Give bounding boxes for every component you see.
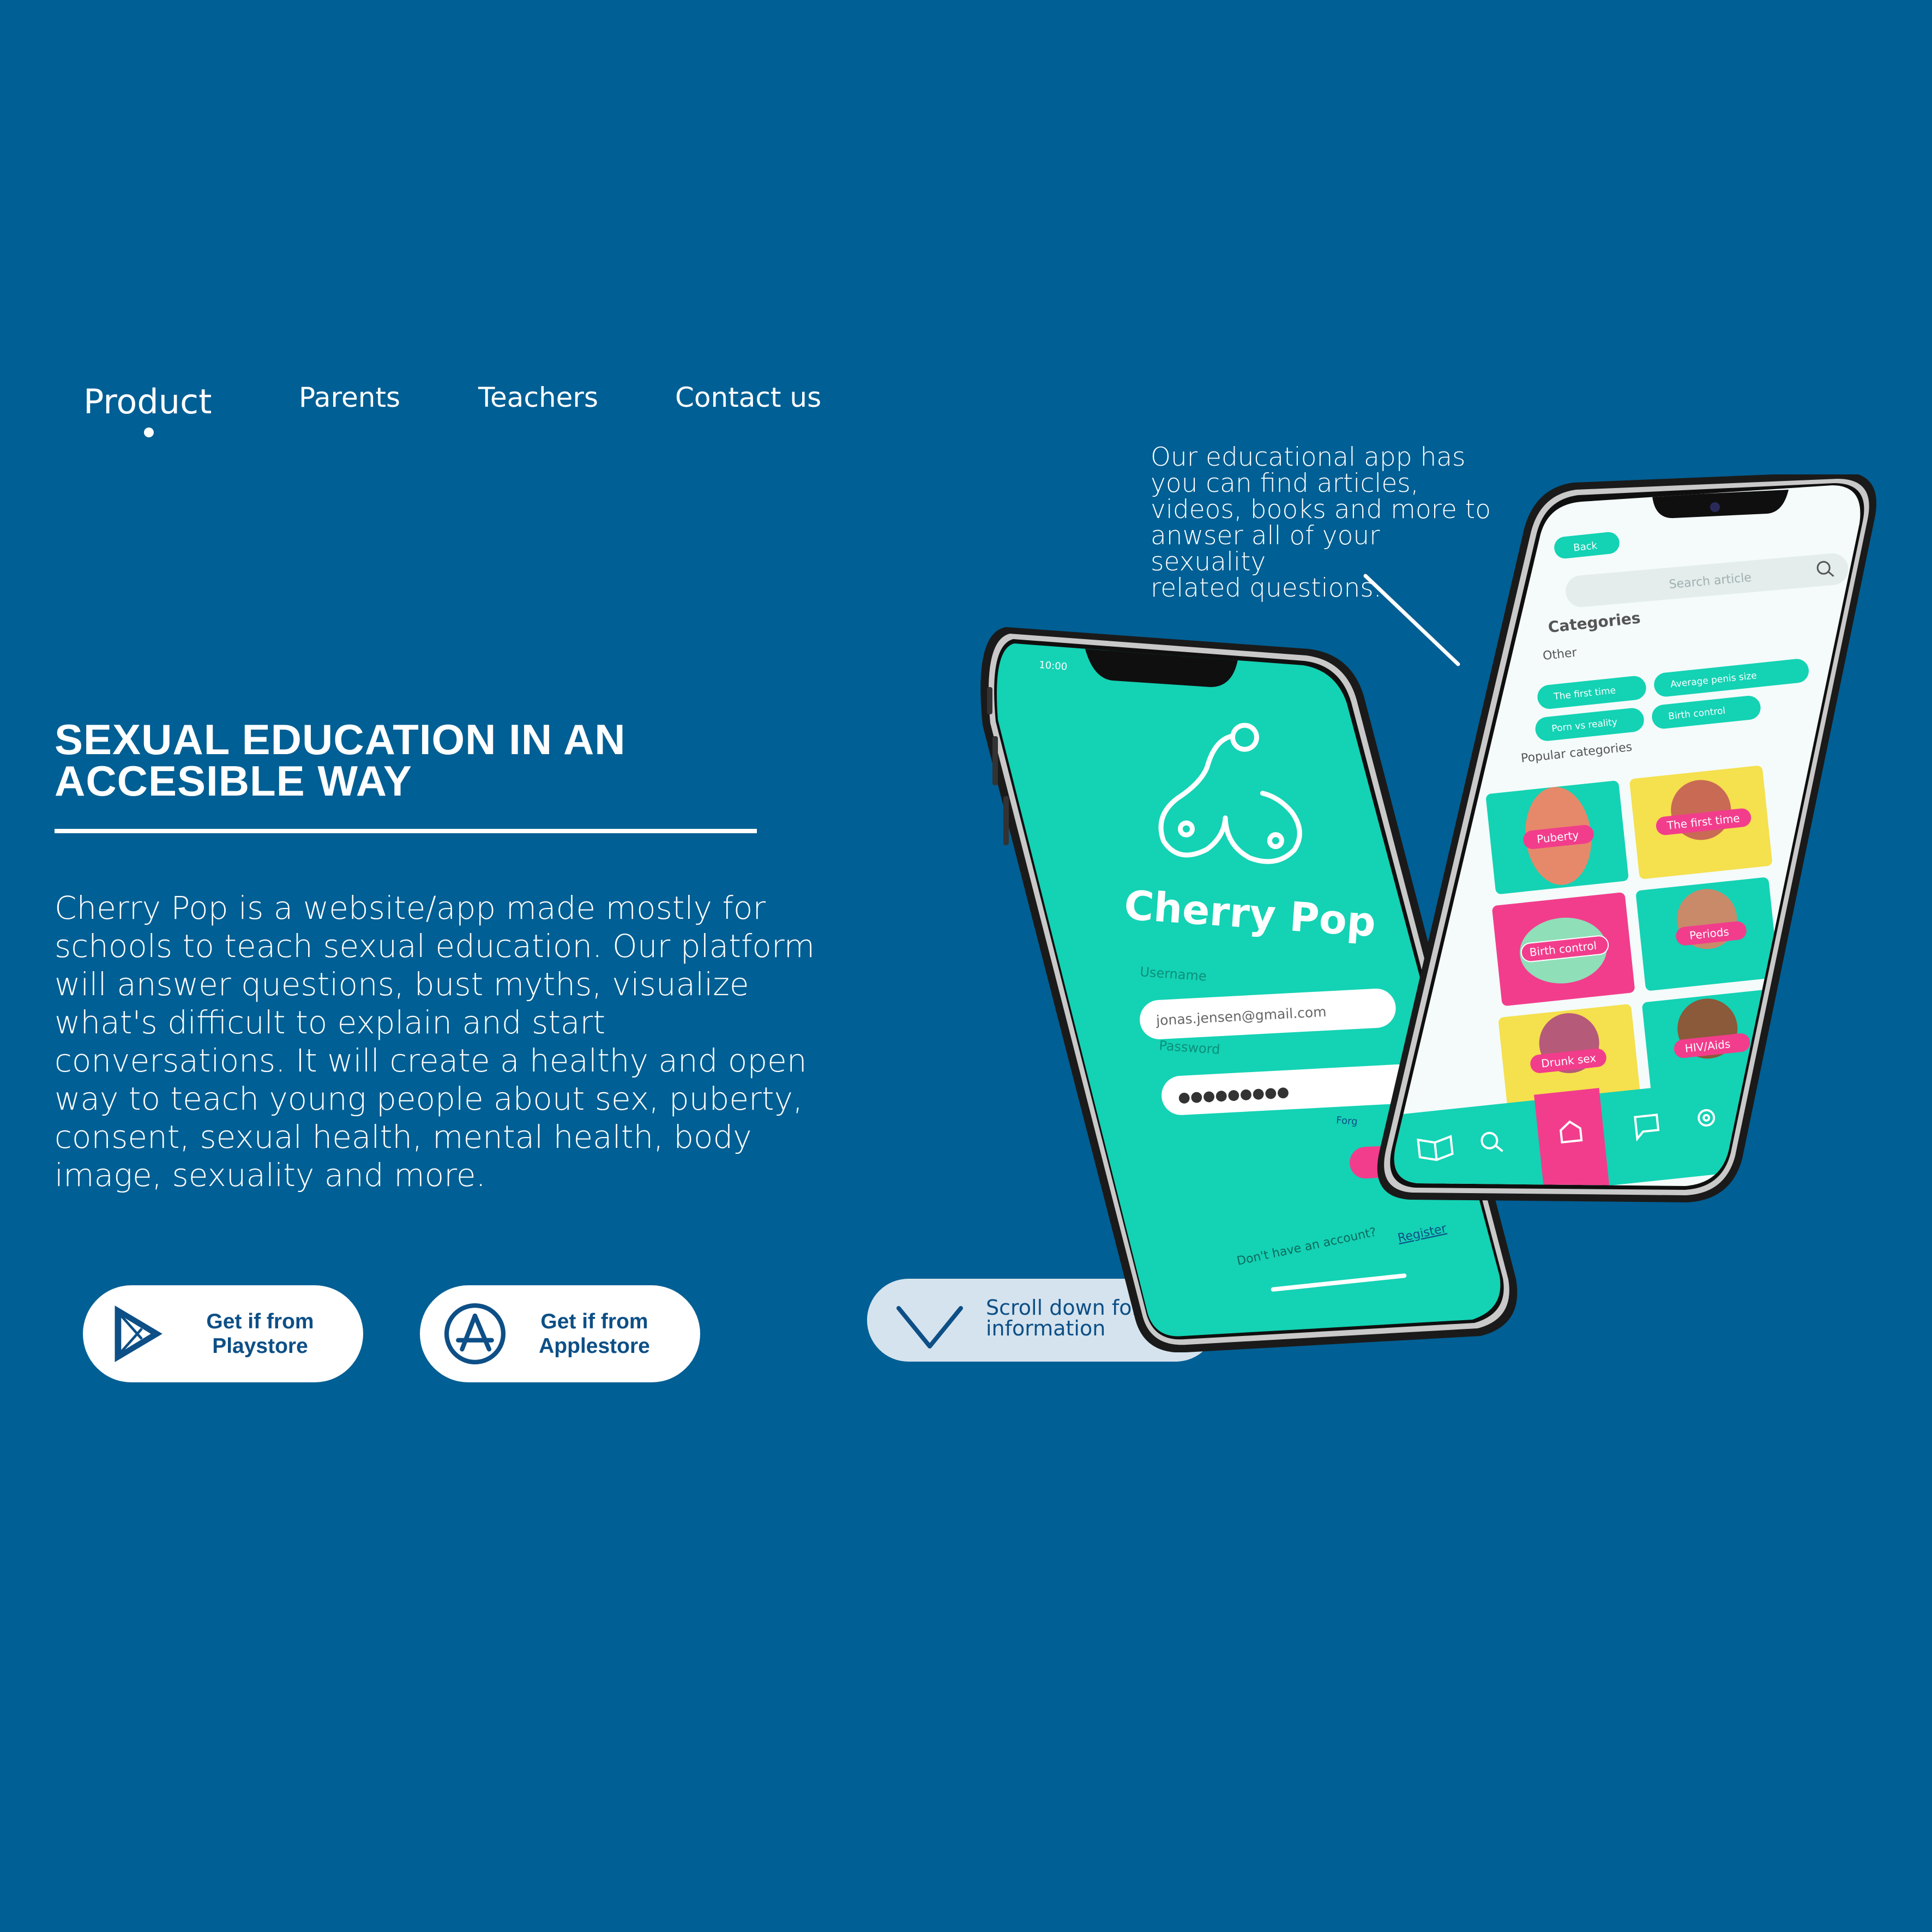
- nav-product[interactable]: Product: [83, 382, 212, 422]
- nav-active-indicator: [144, 428, 154, 437]
- callout-pointer: [1363, 574, 1460, 666]
- playstore-button[interactable]: Get if from Playstore: [83, 1285, 363, 1382]
- phone-volume-up: [992, 736, 998, 785]
- applestore-button[interactable]: Get if from Applestore: [420, 1285, 700, 1382]
- nav-parents[interactable]: Parents: [299, 382, 400, 413]
- playstore-label: Get if from Playstore: [178, 1309, 342, 1358]
- page-title: SEXUAL EDUCATION IN AN ACCESIBLE WAY: [55, 715, 763, 805]
- phone-side-button: [987, 687, 992, 714]
- nav-teachers[interactable]: Teachers: [478, 382, 598, 413]
- app-store-icon: [444, 1303, 506, 1365]
- applestore-label: Get if from Applestore: [513, 1309, 676, 1358]
- hero-description: Cherry Pop is a website/app made mostly …: [55, 889, 815, 1194]
- headline-line-1: SEXUAL EDUCATION IN AN: [55, 715, 626, 763]
- chevron-down-icon: [896, 1306, 963, 1349]
- nav-contact-us[interactable]: Contact us: [675, 382, 821, 413]
- headline-line-2: ACCESIBLE WAY: [55, 757, 412, 805]
- playstore-label-line1: Get if from: [206, 1310, 314, 1333]
- forgot-password-link[interactable]: Forg: [1336, 1115, 1358, 1128]
- status-time: 10:00: [1039, 659, 1068, 673]
- callout-line-3: videos, books and more to: [1151, 495, 1491, 525]
- headline-divider: [55, 829, 757, 833]
- callout-line-2: you can find articles,: [1151, 468, 1419, 498]
- applestore-label-line2: Applestore: [539, 1334, 650, 1358]
- applestore-label-line1: Get if from: [540, 1310, 648, 1333]
- playstore-label-line2: Playstore: [212, 1334, 308, 1358]
- callout-line-1: Our educational app has: [1151, 442, 1466, 472]
- front-camera: [1710, 502, 1720, 512]
- phone-volume-down: [1003, 796, 1009, 845]
- play-store-icon: [115, 1305, 162, 1362]
